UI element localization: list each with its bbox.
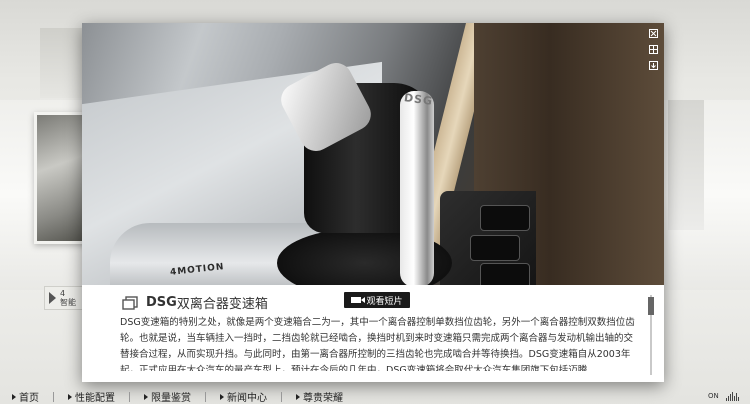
arrow-right-icon	[144, 393, 148, 400]
title-dsg: DSG	[146, 295, 177, 310]
nav-item-performance[interactable]: 性能配置	[68, 389, 115, 404]
sound-bar	[732, 392, 733, 401]
sound-toggle-label[interactable]: ON	[708, 389, 719, 404]
close-icon[interactable]	[648, 28, 659, 39]
sound-bar	[728, 396, 729, 401]
nav-divider	[53, 391, 54, 402]
background-thumbnail	[40, 28, 84, 98]
popup-title: DSG 双离合器变速箱	[122, 293, 268, 312]
nav-item-label: 新闻中心	[227, 393, 267, 404]
scroll-thumb[interactable]	[648, 297, 654, 315]
arrow-right-icon	[296, 393, 300, 400]
detail-popup: DSG 4MOTION DSG 双离合器变速箱 观看短片 DSG变速箱的特别之处…	[82, 23, 664, 382]
bottom-nav: 首页 性能配置 限量鉴赏 新闻中心 尊贵荣耀	[0, 389, 750, 404]
background-thumbnail[interactable]	[34, 112, 88, 244]
popup-content: DSG 双离合器变速箱 观看短片 DSG变速箱的特别之处，就像是两个变速箱合二为…	[82, 285, 664, 382]
arrow-right-icon	[12, 393, 16, 400]
photo-part	[480, 263, 530, 285]
background-thumbnail	[668, 100, 704, 230]
photo-part	[440, 191, 536, 285]
sound-bars-icon[interactable]	[726, 392, 739, 401]
title-text: 双离合器变速箱	[176, 297, 268, 312]
nav-divider	[281, 391, 282, 402]
nav-item-label: 尊贵荣耀	[303, 393, 343, 404]
sound-bar	[734, 396, 735, 401]
nav-divider	[205, 391, 206, 402]
download-icon[interactable]	[648, 60, 659, 71]
nav-item-label: 首页	[19, 393, 39, 404]
nav-item-label: 限量鉴赏	[151, 393, 191, 404]
photo-part	[480, 205, 530, 231]
description-scrollbar[interactable]	[648, 295, 654, 375]
gear-shift-photo: DSG 4MOTION	[82, 23, 664, 285]
nav-item-limited[interactable]: 限量鉴赏	[144, 389, 191, 404]
nav-item-honor[interactable]: 尊贵荣耀	[296, 389, 343, 404]
description-text: DSG变速箱的特别之处，就像是两个变速箱合二为一，其中一个离合器控制单数挡位齿轮…	[120, 317, 635, 371]
sound-bar	[736, 393, 737, 401]
sound-bar	[738, 397, 739, 401]
video-camera-icon	[351, 297, 366, 303]
nav-item-label: 性能配置	[75, 393, 115, 404]
nav-item-news[interactable]: 新闻中心	[220, 389, 267, 404]
sound-bar	[730, 394, 731, 401]
photo-part	[470, 235, 520, 261]
sound-bar	[726, 398, 727, 401]
background-caption-text: 4 智能	[60, 289, 76, 307]
grid-icon[interactable]	[648, 44, 659, 55]
arrow-right-icon	[68, 393, 72, 400]
photo-part	[400, 91, 434, 285]
watch-video-label: 观看短片	[366, 296, 403, 307]
window-icon	[122, 295, 138, 310]
watch-video-button[interactable]: 观看短片	[344, 292, 410, 308]
nav-item-home[interactable]: 首页	[12, 389, 39, 404]
arrow-right-icon	[220, 393, 224, 400]
play-arrow-icon	[49, 292, 56, 304]
nav-divider	[129, 391, 130, 402]
